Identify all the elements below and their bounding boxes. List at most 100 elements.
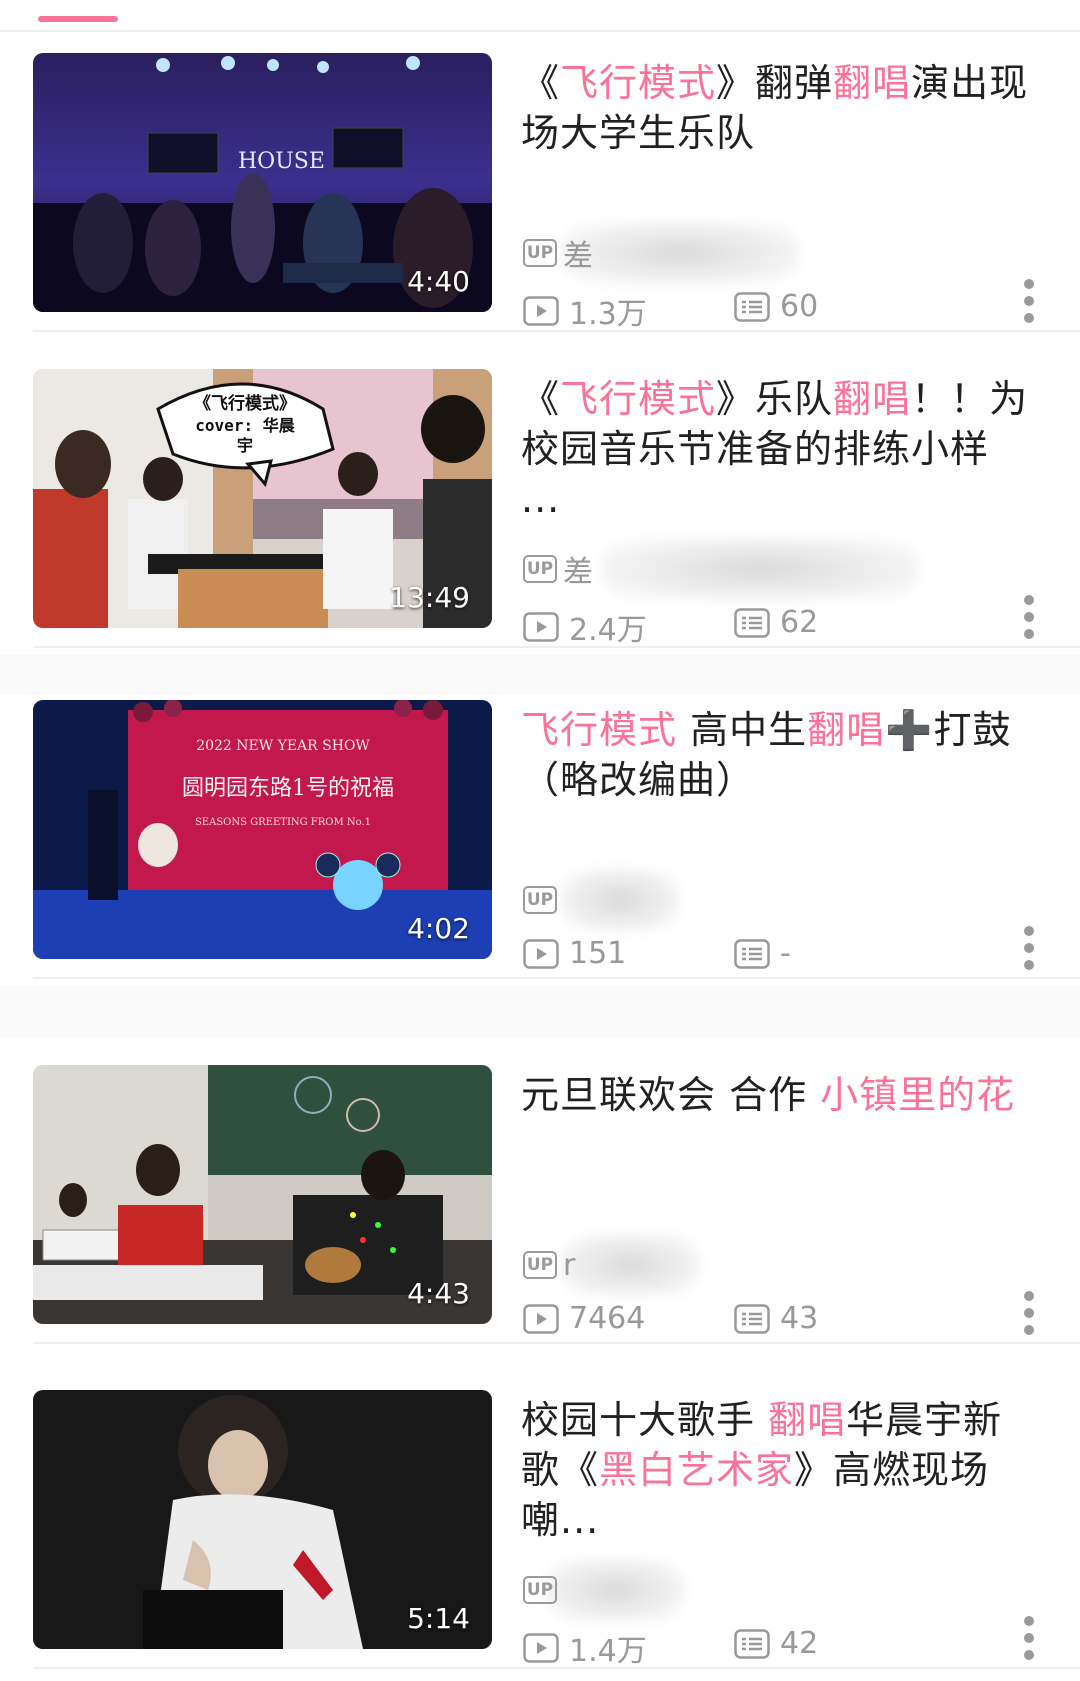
- uploader-row[interactable]: UP: [523, 1572, 563, 1608]
- svg-text:《飞行模式》: 《飞行模式》: [194, 393, 296, 414]
- svg-text:2022 NEW YEAR SHOW: 2022 NEW YEAR SHOW: [196, 738, 370, 754]
- danmaku-count: 62: [734, 605, 818, 640]
- play-count-value: 1.3万: [569, 297, 647, 332]
- danmaku-count-value: 60: [780, 289, 819, 324]
- video-duration: 4:02: [407, 912, 470, 945]
- video-thumbnail[interactable]: 4:43: [33, 1065, 492, 1324]
- uploader-row[interactable]: UP 差: [523, 235, 593, 274]
- row-divider: [33, 977, 1080, 979]
- svg-text:圆明园东路1号的祝福: 圆明园东路1号的祝福: [182, 776, 394, 801]
- video-card[interactable]: 4:43 元旦联欢会 合作 小镇里的花 UP r 7464 43: [0, 1044, 1080, 1344]
- uploader-row[interactable]: UP: [523, 882, 563, 918]
- video-card[interactable]: 2022 NEW YEAR SHOW 圆明园东路1号的祝福 SEASONS GR…: [0, 679, 1080, 979]
- play-icon: [523, 1633, 559, 1663]
- play-count: 1.4万: [523, 1626, 647, 1670]
- play-count: 151: [523, 936, 626, 971]
- active-tab-indicator: [38, 16, 118, 22]
- uploader-name: 差: [563, 555, 593, 590]
- danmaku-count-value: 62: [780, 605, 819, 640]
- video-title[interactable]: 飞行模式 高中生翻唱➕打鼓（略改编曲）: [521, 705, 1041, 805]
- video-duration: 4:43: [407, 1277, 470, 1310]
- video-title[interactable]: 《飞行模式》翻弹翻唱演出现场大学生乐队: [521, 58, 1041, 158]
- blurred-uploader: [560, 1234, 700, 1296]
- video-thumbnail[interactable]: 2022 NEW YEAR SHOW 圆明园东路1号的祝福 SEASONS GR…: [33, 700, 492, 959]
- title-highlight: 翻唱: [833, 377, 912, 421]
- play-count-value: 7464: [569, 1301, 646, 1336]
- play-count: 2.4万: [523, 605, 647, 649]
- title-plus-emoji: ➕: [885, 708, 934, 752]
- title-highlight: 飞行模式: [521, 708, 678, 752]
- video-title[interactable]: 元旦联欢会 合作 小镇里的花: [521, 1070, 1041, 1120]
- svg-text:宇: 宇: [237, 436, 253, 455]
- title-highlight: 飞行模式: [560, 61, 717, 105]
- video-duration: 5:14: [407, 1602, 470, 1635]
- danmaku-count: 43: [734, 1301, 818, 1336]
- uploader-row[interactable]: UP 差: [523, 551, 593, 590]
- danmaku-icon: [734, 607, 770, 638]
- title-text: 《: [521, 61, 561, 105]
- row-divider: [33, 330, 1080, 332]
- uploader-row[interactable]: UP r: [523, 1247, 575, 1283]
- title-text: 高中生: [677, 708, 808, 752]
- row-divider: [33, 1667, 1080, 1669]
- section-gap: [0, 985, 1080, 1037]
- more-options-icon[interactable]: [1021, 1613, 1037, 1663]
- video-card[interactable]: 5:14 校园十大歌手 翻唱华晨宇新歌《黑白艺术家》高燃现场 嘲... UP 1…: [0, 1369, 1080, 1669]
- video-duration: 13:49: [389, 581, 470, 614]
- video-card[interactable]: HOUSE 4:40 《飞行模式》翻弹翻唱演出现场大学生乐队 UP 差 1.3万: [0, 32, 1080, 332]
- play-count: 1.3万: [523, 289, 647, 333]
- svg-text:HOUSE: HOUSE: [238, 149, 325, 174]
- up-badge-icon: UP: [523, 1576, 557, 1604]
- danmaku-icon: [734, 1303, 770, 1334]
- video-thumbnail[interactable]: HOUSE 4:40: [33, 53, 492, 312]
- title-highlight: 飞行模式: [560, 377, 717, 421]
- title-text: 《: [521, 377, 561, 421]
- row-divider: [33, 1342, 1080, 1344]
- danmaku-icon: [734, 291, 770, 322]
- play-icon: [523, 938, 559, 969]
- blurred-uploader: [560, 222, 800, 284]
- danmaku-icon: [734, 938, 770, 969]
- blurred-uploader: [560, 869, 680, 931]
- more-options-icon[interactable]: [1021, 276, 1037, 326]
- play-count: 7464: [523, 1301, 645, 1336]
- video-title[interactable]: 《飞行模式》乐队翻唱！！为校园音乐节准备的排练小样 ...: [521, 374, 1041, 524]
- uploader-name: r: [563, 1247, 576, 1283]
- title-highlight: 翻唱: [807, 708, 886, 752]
- title-highlight: 小镇里的花: [820, 1073, 1016, 1117]
- more-options-icon[interactable]: [1021, 592, 1037, 642]
- blurred-uploader: [545, 1559, 685, 1621]
- danmaku-count-value: -: [780, 936, 791, 971]
- title-highlight: 黑白艺术家: [599, 1448, 795, 1492]
- video-thumbnail[interactable]: 5:14: [33, 1390, 492, 1649]
- blurred-uploader: [600, 538, 920, 600]
- title-text: 校园十大歌手: [521, 1398, 769, 1442]
- play-icon: [523, 296, 559, 326]
- up-badge-icon: UP: [523, 239, 557, 267]
- up-badge-icon: UP: [523, 555, 557, 583]
- svg-text:SEASONS GREETING FROM No.1: SEASONS GREETING FROM No.1: [195, 817, 371, 828]
- video-card[interactable]: 《飞行模式》 cover: 华晨 宇 13:49 《飞行模式》乐队翻唱！！为校园…: [0, 348, 1080, 648]
- danmaku-count: -: [734, 936, 791, 971]
- video-thumbnail[interactable]: 《飞行模式》 cover: 华晨 宇 13:49: [33, 369, 492, 628]
- up-badge-icon: UP: [523, 1251, 557, 1279]
- play-icon: [523, 1303, 559, 1334]
- title-text: 》乐队: [716, 377, 834, 421]
- danmaku-count: 60: [734, 289, 818, 324]
- video-title[interactable]: 校园十大歌手 翻唱华晨宇新歌《黑白艺术家》高燃现场 嘲...: [521, 1395, 1041, 1545]
- play-icon: [523, 612, 559, 642]
- play-count-value: 151: [569, 936, 627, 971]
- up-badge-icon: UP: [523, 886, 557, 914]
- danmaku-count-value: 42: [780, 1626, 819, 1661]
- more-options-icon[interactable]: [1021, 923, 1037, 973]
- more-options-icon[interactable]: [1021, 1288, 1037, 1338]
- play-count-value: 2.4万: [569, 613, 647, 648]
- play-count-value: 1.4万: [569, 1634, 647, 1669]
- uploader-name: 差: [563, 239, 593, 274]
- video-duration: 4:40: [407, 265, 470, 298]
- row-divider: [33, 646, 1080, 648]
- danmaku-icon: [734, 1628, 770, 1659]
- title-text: 》翻弹: [716, 61, 834, 105]
- danmaku-count-value: 43: [780, 1301, 819, 1336]
- title-highlight: 翻唱: [768, 1398, 847, 1442]
